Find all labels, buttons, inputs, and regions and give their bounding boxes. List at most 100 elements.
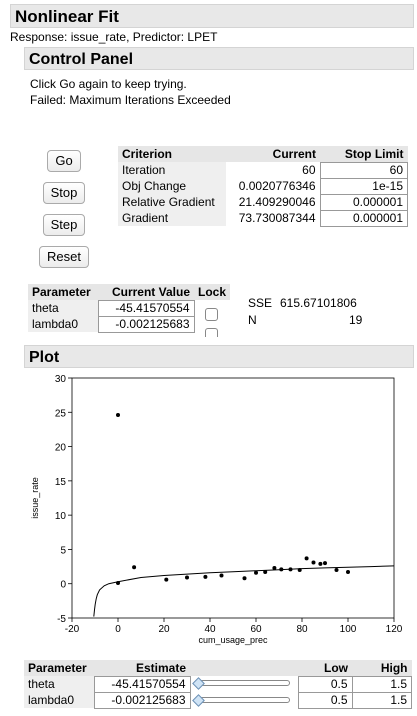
theta-high-field[interactable]: 1.5 bbox=[351, 675, 412, 693]
criterion-row: Iteration 60 60 bbox=[118, 161, 408, 179]
x-tick-label: 0 bbox=[115, 624, 121, 635]
x-tick-label: 100 bbox=[340, 624, 357, 635]
criterion-col-header: Criterion bbox=[122, 147, 173, 161]
theta-estimate-field[interactable]: -45.41570554 bbox=[93, 675, 191, 693]
criterion-current: 60 bbox=[302, 163, 316, 177]
x-tick-label: 80 bbox=[296, 624, 308, 635]
stop-button[interactable]: Stop bbox=[43, 182, 85, 204]
criterion-label: Gradient bbox=[118, 210, 226, 226]
x-tick-label: 60 bbox=[250, 624, 262, 635]
data-point bbox=[323, 561, 327, 566]
data-point bbox=[297, 568, 302, 572]
y-tick-label: 0 bbox=[60, 580, 66, 591]
plot-title: Plot bbox=[29, 349, 60, 366]
lambda0-slider[interactable] bbox=[198, 697, 290, 703]
plot-header[interactable]: Plot bbox=[24, 345, 414, 368]
sse-value: 615.67101806 bbox=[280, 296, 357, 310]
x-tick-label: 20 bbox=[158, 624, 170, 635]
y-tick-label: 10 bbox=[55, 511, 67, 522]
obj-change-limit-field[interactable]: 1e-15 bbox=[319, 177, 408, 195]
x-tick-label: -20 bbox=[65, 624, 80, 635]
relative-gradient-limit-field[interactable]: 0.000001 bbox=[319, 193, 408, 211]
iteration-limit-field[interactable]: 60 bbox=[319, 161, 408, 179]
control-panel-title: Control Panel bbox=[29, 51, 134, 68]
data-point bbox=[203, 574, 208, 579]
data-point bbox=[272, 565, 277, 570]
lambda0-value-field[interactable]: -0.002125683 bbox=[97, 315, 195, 333]
current-value-col-header: Current Value bbox=[111, 284, 190, 299]
gradient-limit-field[interactable]: 0.000001 bbox=[319, 209, 408, 227]
criterion-label: Iteration bbox=[118, 162, 226, 178]
lambda0-estimate-field[interactable]: -0.002125683 bbox=[93, 691, 191, 709]
data-point bbox=[318, 561, 323, 566]
lambda0-low-field[interactable]: 0.5 bbox=[297, 691, 353, 709]
response-line: Response: issue_rate, Predictor: LPET bbox=[10, 30, 218, 44]
theta-low-field[interactable]: 0.5 bbox=[297, 675, 353, 693]
x-axis-label: cum_usage_prec bbox=[198, 635, 268, 645]
estimate-param-name: lambda0 bbox=[24, 692, 94, 708]
lambda0-high-field[interactable]: 1.5 bbox=[351, 691, 412, 709]
data-point bbox=[304, 556, 309, 561]
data-point bbox=[279, 567, 284, 572]
criterion-header-row: Criterion Current Stop Limit bbox=[118, 146, 408, 162]
plot-frame bbox=[71, 377, 395, 619]
status-message-1: Click Go again to keep trying. bbox=[30, 77, 187, 91]
y-axis-label: issue_rate bbox=[30, 477, 40, 519]
parameter-name: theta bbox=[28, 300, 98, 316]
parameter-col-header: Parameter bbox=[32, 285, 91, 299]
lambda0-lock-checkbox[interactable] bbox=[205, 328, 218, 337]
high-col-header: High bbox=[380, 660, 408, 675]
theta-value-field[interactable]: -45.41570554 bbox=[97, 299, 195, 317]
parameter-name: lambda0 bbox=[28, 316, 98, 332]
stop-limit-col-header: Stop Limit bbox=[344, 146, 404, 161]
control-panel-header[interactable]: Control Panel bbox=[24, 47, 414, 70]
x-tick-label: 120 bbox=[386, 624, 403, 635]
criterion-table: Criterion Current Stop Limit Iteration 6… bbox=[118, 146, 408, 227]
data-point bbox=[254, 570, 258, 575]
data-point bbox=[242, 576, 247, 581]
low-col-header: Low bbox=[324, 660, 348, 675]
criterion-label: Relative Gradient bbox=[118, 194, 226, 210]
parameter-row: lambda0 -0.002125683 bbox=[28, 315, 230, 333]
sse-label: SSE bbox=[248, 296, 273, 310]
data-point bbox=[164, 577, 169, 582]
estimate-param-name: theta bbox=[24, 676, 94, 692]
criterion-current: 21.409290046 bbox=[238, 195, 316, 209]
window-title: Nonlinear Fit bbox=[15, 7, 119, 26]
lock-col-header: Lock bbox=[198, 285, 227, 299]
data-point bbox=[263, 570, 268, 575]
scatter-plot[interactable]: -5051015202530-20 0 20 40 60 80 100 120cum_usag… bbox=[0, 370, 417, 650]
reset-button[interactable]: Reset bbox=[39, 246, 89, 268]
theta-slider[interactable] bbox=[198, 680, 290, 686]
estimate-col-header: Estimate bbox=[135, 660, 186, 675]
data-point bbox=[346, 570, 350, 575]
y-tick-label: 5 bbox=[60, 545, 66, 556]
y-tick-label: 25 bbox=[55, 408, 67, 419]
estimates-header-row: Parameter Estimate Low High bbox=[24, 660, 412, 676]
n-label: N bbox=[248, 313, 257, 327]
slider-col-header bbox=[190, 660, 298, 676]
n-value: 19 bbox=[349, 313, 363, 327]
criterion-row: Obj Change 0.0020776346 1e-15 bbox=[118, 177, 408, 195]
criterion-current: 73.730087344 bbox=[238, 211, 316, 225]
data-point bbox=[132, 565, 137, 570]
theta-lock-checkbox[interactable] bbox=[205, 308, 218, 321]
criterion-row: Gradient 73.730087344 0.000001 bbox=[118, 209, 408, 227]
current-col-header: Current bbox=[272, 147, 316, 161]
go-button[interactable]: Go bbox=[47, 150, 81, 172]
y-tick-label: 15 bbox=[55, 477, 67, 488]
x-tick-label: 40 bbox=[204, 624, 216, 635]
status-message-2: Failed: Maximum Iterations Exceeded bbox=[30, 93, 231, 107]
data-point bbox=[185, 575, 189, 580]
y-tick-label: 20 bbox=[55, 443, 67, 454]
criterion-label: Obj Change bbox=[118, 178, 226, 194]
data-point bbox=[288, 567, 293, 572]
parameter-header-row: Parameter Current Value Lock bbox=[28, 284, 231, 300]
nonlinear-fit-header[interactable]: Nonlinear Fit bbox=[10, 4, 414, 28]
criterion-row: Relative Gradient 21.409290046 0.000001 bbox=[118, 193, 408, 211]
data-point bbox=[334, 568, 339, 572]
y-tick-label: 30 bbox=[55, 374, 67, 385]
est-parameter-col-header: Parameter bbox=[28, 661, 87, 675]
step-button[interactable]: Step bbox=[43, 214, 85, 236]
parameter-table: Parameter Current Value Lock theta -45.4… bbox=[28, 284, 231, 333]
